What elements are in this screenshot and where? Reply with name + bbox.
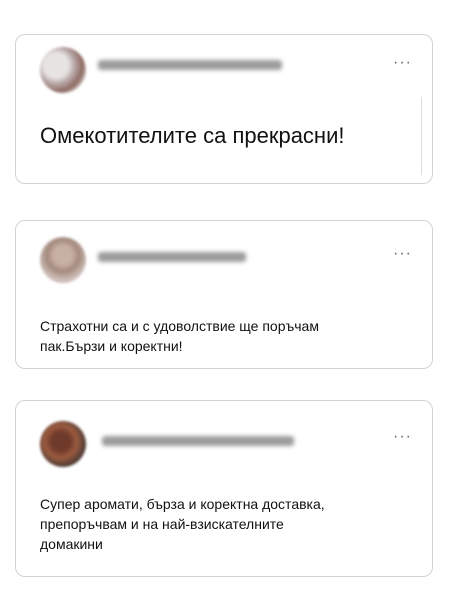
author-name-redacted[interactable] — [102, 436, 294, 446]
comment-text: Супер аромати, бърза и коректна доставка… — [40, 496, 325, 552]
more-options-icon[interactable]: ··· — [393, 429, 412, 445]
comment-text: Страхотни са и с удоволствие ще поръчам … — [40, 318, 319, 354]
avatar[interactable] — [40, 237, 86, 283]
comment-card: ··· Супер аромати, бърза и коректна дост… — [15, 400, 433, 577]
avatar[interactable] — [40, 47, 86, 93]
author-name-redacted[interactable] — [98, 60, 282, 70]
comment-card: ··· Омекотителите са прекрасни! — [15, 34, 433, 184]
avatar[interactable] — [40, 421, 86, 467]
comment-card: ··· Страхотни са и с удоволствие ще поръ… — [15, 220, 433, 369]
divider — [421, 97, 422, 175]
author-name-redacted[interactable] — [98, 252, 246, 262]
more-options-icon[interactable]: ··· — [393, 246, 412, 262]
more-options-icon[interactable]: ··· — [393, 55, 412, 71]
comment-text: Омекотителите са прекрасни! — [40, 123, 345, 148]
